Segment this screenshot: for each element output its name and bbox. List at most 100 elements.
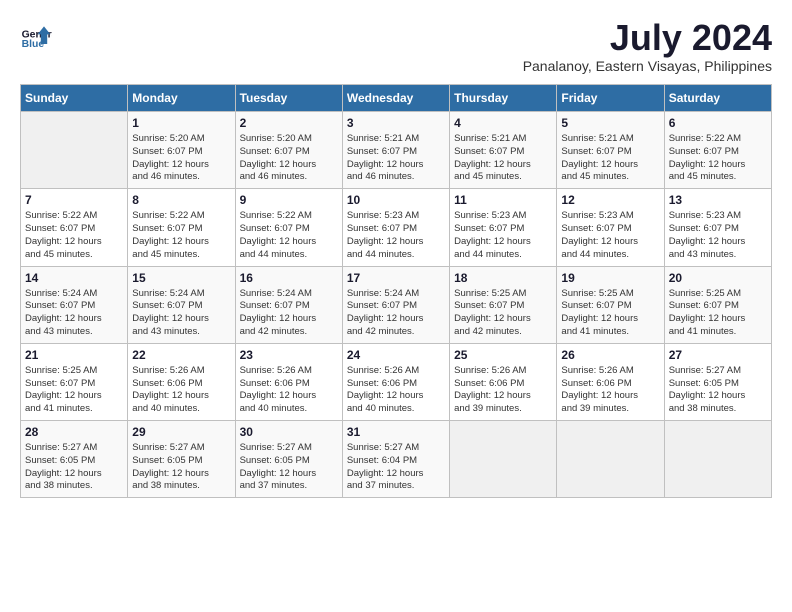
day-info: Sunrise: 5:26 AM Sunset: 6:06 PM Dayligh… [561, 365, 659, 416]
day-number: 15 [132, 271, 230, 285]
day-number: 16 [240, 271, 338, 285]
day-info: Sunrise: 5:22 AM Sunset: 6:07 PM Dayligh… [132, 210, 230, 261]
day-number: 18 [454, 271, 552, 285]
day-cell: 24Sunrise: 5:26 AM Sunset: 6:06 PM Dayli… [342, 343, 449, 420]
day-cell: 15Sunrise: 5:24 AM Sunset: 6:07 PM Dayli… [128, 266, 235, 343]
day-number: 14 [25, 271, 123, 285]
week-row-1: 1Sunrise: 5:20 AM Sunset: 6:07 PM Daylig… [21, 112, 772, 189]
day-number: 31 [347, 425, 445, 439]
day-cell: 20 Sunrise: 5:25 AM Sunset: 6:07 PM Dayli… [664, 266, 771, 343]
day-info: Sunrise: 5:22 AM Sunset: 6:07 PM Dayligh… [240, 210, 338, 261]
day-cell: 4 Sunrise: 5:21 AM Sunset: 6:07 PM Daylig… [450, 112, 557, 189]
day-number: 20 [669, 271, 767, 285]
day-number: 6 [669, 116, 767, 130]
day-cell: 6 Sunrise: 5:22 AM Sunset: 6:07 PM Daylig… [664, 112, 771, 189]
day-cell: 10 Sunrise: 5:23 AM Sunset: 6:07 PM Dayli… [342, 189, 449, 266]
day-cell: 30 Sunrise: 5:27 AM Sunset: 6:05 PM Dayli… [235, 421, 342, 498]
day-info: Sunrise: 5:22 AM Sunset: 6:07 PM Dayligh… [25, 210, 123, 261]
day-cell: 29 Sunrise: 5:27 AM Sunset: 6:05 PM Dayli… [128, 421, 235, 498]
day-info: Sunrise: 5:21 AM Sunset: 6:07 PM Dayligh… [561, 133, 659, 184]
day-info: Sunrise: 5:25 AM Sunset: 6:07 PM Dayligh… [669, 288, 767, 339]
day-info: Sunrise: 5:27 AM Sunset: 6:05 PM Dayligh… [132, 442, 230, 493]
day-cell: 9 Sunrise: 5:22 AM Sunset: 6:07 PM Daylig… [235, 189, 342, 266]
day-cell: 1Sunrise: 5:20 AM Sunset: 6:07 PM Daylig… [128, 112, 235, 189]
day-number: 11 [454, 193, 552, 207]
day-cell: 21 Sunrise: 5:25 AM Sunset: 6:07 PM Dayli… [21, 343, 128, 420]
day-cell: 27 Sunrise: 5:27 AM Sunset: 6:05 PM Dayli… [664, 343, 771, 420]
header-thursday: Thursday [450, 85, 557, 112]
day-number: 27 [669, 348, 767, 362]
day-cell: 2Sunrise: 5:20 AM Sunset: 6:07 PM Daylig… [235, 112, 342, 189]
day-info: Sunrise: 5:26 AM Sunset: 6:06 PM Dayligh… [132, 365, 230, 416]
day-number: 29 [132, 425, 230, 439]
header-wednesday: Wednesday [342, 85, 449, 112]
day-info: Sunrise: 5:27 AM Sunset: 6:05 PM Dayligh… [240, 442, 338, 493]
day-cell: 28Sunrise: 5:27 AM Sunset: 6:05 PM Dayli… [21, 421, 128, 498]
day-info: Sunrise: 5:20 AM Sunset: 6:07 PM Dayligh… [240, 133, 338, 184]
day-cell [21, 112, 128, 189]
day-number: 13 [669, 193, 767, 207]
day-info: Sunrise: 5:26 AM Sunset: 6:06 PM Dayligh… [240, 365, 338, 416]
day-cell [664, 421, 771, 498]
month-title: July 2024 [523, 20, 772, 56]
day-number: 4 [454, 116, 552, 130]
day-cell: 12 Sunrise: 5:23 AM Sunset: 6:07 PM Dayli… [557, 189, 664, 266]
day-info: Sunrise: 5:21 AM Sunset: 6:07 PM Dayligh… [454, 133, 552, 184]
day-info: Sunrise: 5:25 AM Sunset: 6:07 PM Dayligh… [454, 288, 552, 339]
day-info: Sunrise: 5:26 AM Sunset: 6:06 PM Dayligh… [454, 365, 552, 416]
header-monday: Monday [128, 85, 235, 112]
day-number: 5 [561, 116, 659, 130]
day-cell: 23 Sunrise: 5:26 AM Sunset: 6:06 PM Dayli… [235, 343, 342, 420]
week-row-5: 28Sunrise: 5:27 AM Sunset: 6:05 PM Dayli… [21, 421, 772, 498]
day-number: 23 [240, 348, 338, 362]
day-number: 30 [240, 425, 338, 439]
day-number: 17 [347, 271, 445, 285]
day-number: 9 [240, 193, 338, 207]
day-cell: 25 Sunrise: 5:26 AM Sunset: 6:06 PM Dayli… [450, 343, 557, 420]
day-cell: 13Sunrise: 5:23 AM Sunset: 6:07 PM Dayli… [664, 189, 771, 266]
day-cell: 17 Sunrise: 5:24 AM Sunset: 6:07 PM Dayli… [342, 266, 449, 343]
day-cell: 31 Sunrise: 5:27 AM Sunset: 6:04 PM Dayli… [342, 421, 449, 498]
day-cell: 7 Sunrise: 5:22 AM Sunset: 6:07 PM Daylig… [21, 189, 128, 266]
day-cell: 16 Sunrise: 5:24 AM Sunset: 6:07 PM Dayli… [235, 266, 342, 343]
week-row-4: 21 Sunrise: 5:25 AM Sunset: 6:07 PM Dayli… [21, 343, 772, 420]
day-number: 21 [25, 348, 123, 362]
day-number: 22 [132, 348, 230, 362]
day-cell: 19 Sunrise: 5:25 AM Sunset: 6:07 PM Dayli… [557, 266, 664, 343]
day-cell: 5 Sunrise: 5:21 AM Sunset: 6:07 PM Daylig… [557, 112, 664, 189]
day-info: Sunrise: 5:27 AM Sunset: 6:05 PM Dayligh… [669, 365, 767, 416]
day-number: 8 [132, 193, 230, 207]
day-info: Sunrise: 5:24 AM Sunset: 6:07 PM Dayligh… [347, 288, 445, 339]
week-row-2: 7 Sunrise: 5:22 AM Sunset: 6:07 PM Daylig… [21, 189, 772, 266]
day-cell: 22 Sunrise: 5:26 AM Sunset: 6:06 PM Dayli… [128, 343, 235, 420]
day-info: Sunrise: 5:22 AM Sunset: 6:07 PM Dayligh… [669, 133, 767, 184]
day-info: Sunrise: 5:23 AM Sunset: 6:07 PM Dayligh… [347, 210, 445, 261]
day-cell [557, 421, 664, 498]
day-info: Sunrise: 5:27 AM Sunset: 6:04 PM Dayligh… [347, 442, 445, 493]
location-title: Panalanoy, Eastern Visayas, Philippines [523, 58, 772, 74]
day-cell [450, 421, 557, 498]
week-row-3: 14 Sunrise: 5:24 AM Sunset: 6:07 PM Dayli… [21, 266, 772, 343]
day-info: Sunrise: 5:24 AM Sunset: 6:07 PM Dayligh… [240, 288, 338, 339]
day-cell: 18 Sunrise: 5:25 AM Sunset: 6:07 PM Dayli… [450, 266, 557, 343]
logo: General Blue [20, 20, 52, 52]
day-cell: 14Sunrise: 5:24 AM Sunset: 6:07 PM Dayli… [21, 266, 128, 343]
day-number: 12 [561, 193, 659, 207]
day-info: Sunrise: 5:25 AM Sunset: 6:07 PM Dayligh… [561, 288, 659, 339]
day-number: 10 [347, 193, 445, 207]
day-cell: 8 Sunrise: 5:22 AM Sunset: 6:07 PM Daylig… [128, 189, 235, 266]
day-number: 3 [347, 116, 445, 130]
day-cell: 3Sunrise: 5:21 AM Sunset: 6:07 PM Daylig… [342, 112, 449, 189]
logo-icon: General Blue [20, 20, 52, 52]
day-number: 19 [561, 271, 659, 285]
day-info: Sunrise: 5:25 AM Sunset: 6:07 PM Dayligh… [25, 365, 123, 416]
day-number: 25 [454, 348, 552, 362]
day-info: Sunrise: 5:23 AM Sunset: 6:07 PM Dayligh… [561, 210, 659, 261]
day-cell: 11Sunrise: 5:23 AM Sunset: 6:07 PM Dayli… [450, 189, 557, 266]
day-info: Sunrise: 5:20 AM Sunset: 6:07 PM Dayligh… [132, 133, 230, 184]
day-number: 7 [25, 193, 123, 207]
day-number: 26 [561, 348, 659, 362]
calendar-table: SundayMondayTuesdayWednesdayThursdayFrid… [20, 84, 772, 498]
day-number: 24 [347, 348, 445, 362]
calendar-header-row: SundayMondayTuesdayWednesdayThursdayFrid… [21, 85, 772, 112]
